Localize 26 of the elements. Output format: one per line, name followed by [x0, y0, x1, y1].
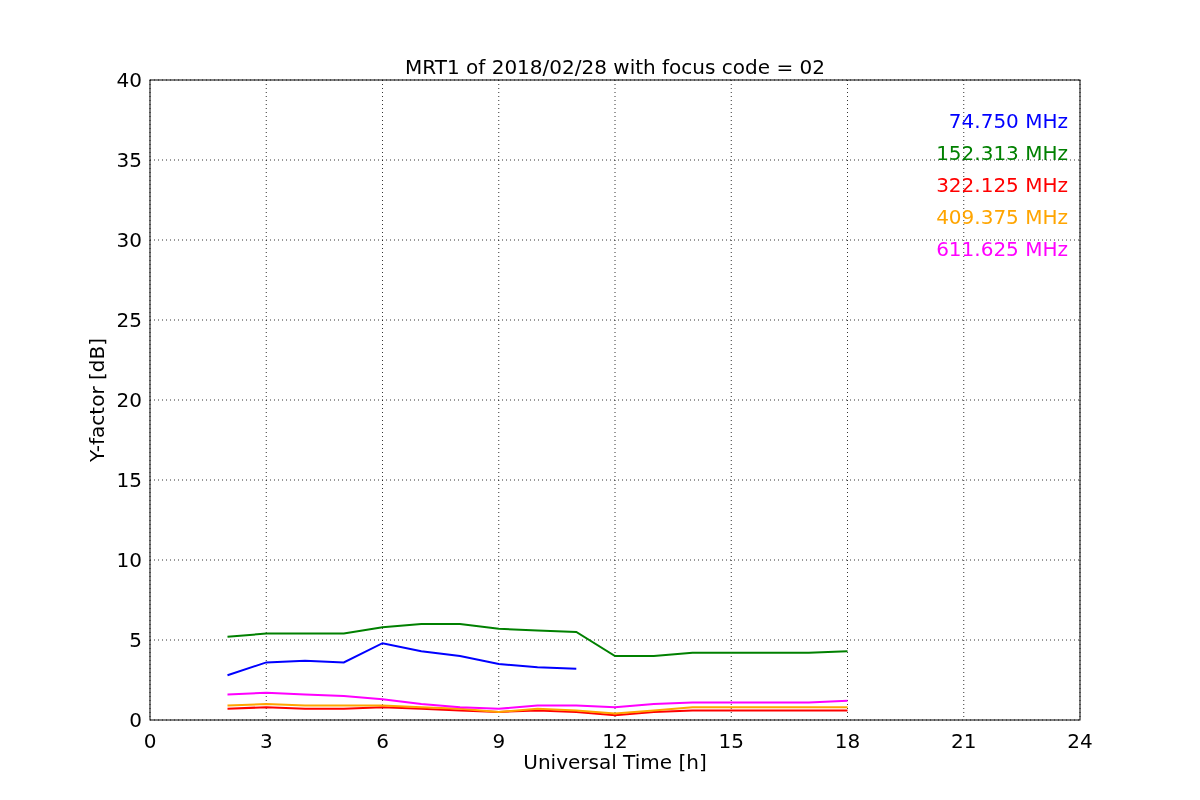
tick-label: 9	[492, 729, 506, 753]
tick-label: 5	[129, 628, 142, 652]
tick-label: 3	[259, 729, 273, 753]
tick-label: 40	[116, 68, 142, 92]
tick-label: 0	[129, 708, 142, 732]
tick-label: 25	[116, 308, 142, 332]
x-axis-label: Universal Time [h]	[523, 750, 707, 774]
tick-label: 12	[602, 729, 628, 753]
tick-label: 15	[718, 729, 744, 753]
y-axis-label: Y-factor [dB]	[85, 338, 109, 462]
legend-label: 322.125 MHz	[936, 173, 1068, 197]
tick-label: 21	[951, 729, 977, 753]
tick-label: 35	[116, 148, 142, 172]
tick-label: 0	[143, 729, 157, 753]
chart-title: MRT1 of 2018/02/28 with focus code = 02	[405, 55, 825, 79]
legend-label: 611.625 MHz	[936, 237, 1068, 261]
tick-label: 6	[376, 729, 389, 753]
tick-label: 20	[116, 388, 142, 412]
tick-label: 30	[116, 228, 142, 252]
tick-label: 24	[1067, 729, 1093, 753]
legend-label: 74.750 MHz	[948, 109, 1068, 133]
tick-label: 10	[116, 548, 142, 572]
legend-label: 409.375 MHz	[936, 205, 1068, 229]
legend-label: 152.313 MHz	[936, 141, 1068, 165]
tick-label: 18	[834, 729, 861, 753]
tick-label: 15	[116, 468, 142, 492]
